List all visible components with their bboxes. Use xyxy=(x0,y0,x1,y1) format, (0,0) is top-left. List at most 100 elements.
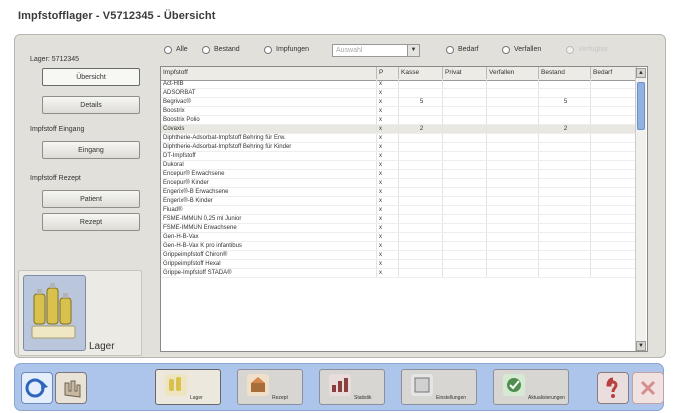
table-cell-verfallen xyxy=(487,206,539,214)
table-row[interactable]: Boostrix Polio x xyxy=(161,116,637,125)
table-row[interactable]: Engerix®-B Kinder x xyxy=(161,197,637,206)
rezept-button[interactable]: Rezept xyxy=(42,213,140,231)
table-row[interactable]: FSME-IMMUN 0,25 ml Junior x xyxy=(161,215,637,224)
table-row[interactable]: ADSORBAT x xyxy=(161,89,637,98)
table-cell-bedarf xyxy=(591,98,637,106)
table-row[interactable]: Engerix®-B Erwachsene x xyxy=(161,188,637,197)
radio-alle[interactable] xyxy=(164,46,172,54)
table-cell-bestand xyxy=(539,179,591,187)
table-cell-kasse xyxy=(399,134,443,142)
table-row[interactable]: DT-Impfstoff x xyxy=(161,152,637,161)
exit-icon[interactable] xyxy=(632,372,664,404)
table-cell-bedarf xyxy=(591,134,637,142)
col-header-bestand[interactable]: Bestand xyxy=(539,67,591,79)
table-cell-p: x xyxy=(377,116,399,124)
table-cell-verfallen xyxy=(487,269,539,277)
table-cell-bedarf xyxy=(591,188,637,196)
table-cell-kasse xyxy=(399,143,443,151)
table-cell-bestand xyxy=(539,152,591,160)
table-row[interactable]: Grippeimpfstoff Chiron® x xyxy=(161,251,637,260)
table-row[interactable]: Fluad® x xyxy=(161,206,637,215)
table-cell-bedarf xyxy=(591,170,637,178)
table-cell-p: x xyxy=(377,143,399,151)
table-cell-verfallen xyxy=(487,260,539,268)
table-cell-bestand: 2 xyxy=(539,125,591,133)
eingang-section-label: Impfstoff Eingang xyxy=(30,126,85,133)
uebersicht-button[interactable]: Übersicht xyxy=(42,68,140,86)
lager-panel[interactable]: Lager xyxy=(18,270,142,356)
task-aktualisierungen-label: Aktualisierungen xyxy=(528,395,565,401)
radio-verfallen[interactable] xyxy=(502,46,510,54)
table-scrollbar[interactable]: ▲ ▼ xyxy=(635,68,646,351)
table-cell-kasse xyxy=(399,224,443,232)
scroll-down-icon[interactable]: ▼ xyxy=(636,341,646,351)
table-row[interactable]: Dukoral x xyxy=(161,161,637,170)
table-cell-p: x xyxy=(377,170,399,178)
chevron-down-icon: ▼ xyxy=(407,45,419,56)
table-cell-kasse xyxy=(399,179,443,187)
task-lager[interactable]: Lager xyxy=(155,369,221,405)
table-cell-bestand xyxy=(539,89,591,97)
auswahl-combo[interactable]: Auswahl ▼ xyxy=(332,44,420,57)
table-row[interactable]: Encepur® Erwachsene x xyxy=(161,170,637,179)
hand-icon[interactable] xyxy=(55,372,87,404)
table-cell-privat xyxy=(443,224,487,232)
col-header-impfstoff[interactable]: Impfstoff xyxy=(161,67,377,79)
task-aktualisierungen[interactable]: Aktualisierungen xyxy=(493,369,569,405)
radio-disabled xyxy=(566,46,574,54)
table-cell-bestand xyxy=(539,170,591,178)
table-row[interactable]: Encepur® Kinder x xyxy=(161,179,637,188)
task-statistik[interactable]: Statistik xyxy=(319,369,385,405)
table-cell-kasse xyxy=(399,170,443,178)
table-cell-kasse xyxy=(399,89,443,97)
col-header-p[interactable]: P xyxy=(377,67,399,79)
radio-verfallen-label: Verfallen xyxy=(514,46,542,53)
radio-bestand[interactable] xyxy=(202,46,210,54)
window-title: Impfstofflager - V5712345 - Übersicht xyxy=(18,10,216,22)
col-header-privat[interactable]: Privat xyxy=(443,67,487,79)
details-button[interactable]: Details xyxy=(42,96,140,114)
table-cell-bedarf xyxy=(591,179,637,187)
table-cell-p: x xyxy=(377,188,399,196)
table-cell-p: x xyxy=(377,215,399,223)
table-cell-name: ADSORBAT xyxy=(161,89,377,97)
col-header-verfallen[interactable]: Verfallen xyxy=(487,67,539,79)
radio-alle-label: Alle xyxy=(176,46,188,53)
scroll-thumb[interactable] xyxy=(637,82,645,130)
table-row[interactable]: Diphtherie-Adsorbat-Impfstoff Behring fü… xyxy=(161,134,637,143)
table-row[interactable]: Begrivac® x 5 5 xyxy=(161,98,637,107)
col-header-kasse[interactable]: Kasse xyxy=(399,67,443,79)
table-cell-privat xyxy=(443,89,487,97)
table-cell-bedarf xyxy=(591,233,637,241)
table-cell-privat xyxy=(443,269,487,277)
table-row[interactable]: Gen-H-B-Vax K pro infantibus x xyxy=(161,242,637,251)
radio-impfungen-label: Impfungen xyxy=(276,46,310,53)
impfstoff-table[interactable]: Impfstoff P Kasse Privat Verfallen Besta… xyxy=(160,66,648,352)
table-row[interactable]: Diphtherie-Adsorbat-Impfstoff Behring fü… xyxy=(161,143,637,152)
eingang-button[interactable]: Eingang xyxy=(42,141,140,159)
task-einstellungen[interactable]: Einstellungen xyxy=(401,369,477,405)
table-row[interactable]: Covaxis x 2 2 xyxy=(161,125,637,134)
table-row[interactable]: Gen-H-B-Vax x xyxy=(161,233,637,242)
back-icon[interactable] xyxy=(21,372,53,404)
scroll-up-icon[interactable]: ▲ xyxy=(636,68,646,78)
table-cell-verfallen xyxy=(487,215,539,223)
table-cell-name: Act-HIB xyxy=(161,80,377,88)
table-cell-privat xyxy=(443,107,487,115)
table-cell-privat xyxy=(443,143,487,151)
table-cell-kasse xyxy=(399,188,443,196)
table-row[interactable]: Grippeimpfstoff Hexal x xyxy=(161,260,637,269)
patient-button[interactable]: Patient xyxy=(42,190,140,208)
table-cell-verfallen xyxy=(487,98,539,106)
table-cell-bestand xyxy=(539,260,591,268)
table-row[interactable]: Boostrix x xyxy=(161,107,637,116)
help-icon[interactable] xyxy=(597,372,629,404)
task-rezept[interactable]: Rezept xyxy=(237,369,303,405)
radio-impfungen[interactable] xyxy=(264,46,272,54)
table-row[interactable]: Grippe-Impfstoff STADA® x xyxy=(161,269,637,278)
table-cell-kasse: 2 xyxy=(399,125,443,133)
table-row[interactable]: FSME-IMMUN Erwachsene x xyxy=(161,224,637,233)
table-row[interactable]: Act-HIB x xyxy=(161,80,637,89)
col-header-bedarf[interactable]: Bedarf xyxy=(591,67,637,79)
radio-bedarf[interactable] xyxy=(446,46,454,54)
